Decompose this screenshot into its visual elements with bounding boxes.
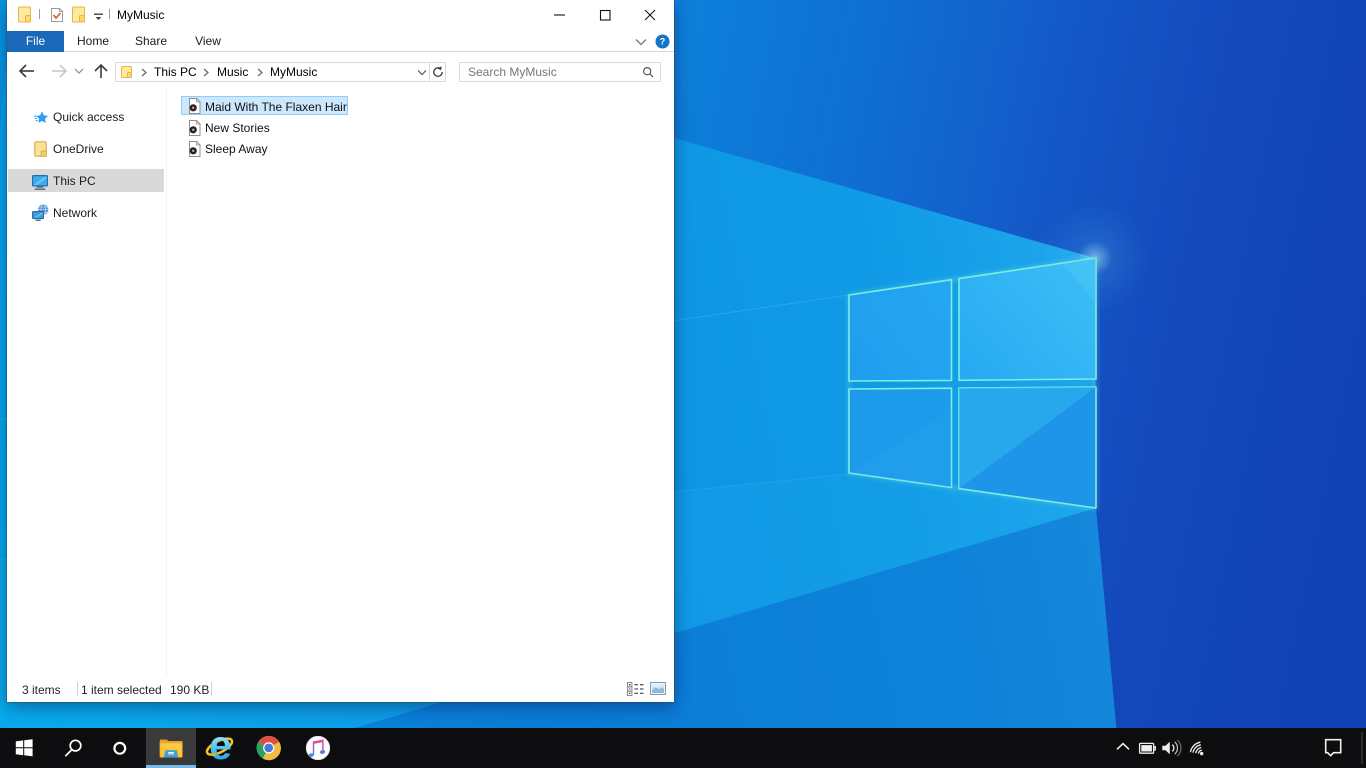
svg-text:e: e <box>209 728 232 768</box>
svg-text:?: ? <box>660 37 666 47</box>
